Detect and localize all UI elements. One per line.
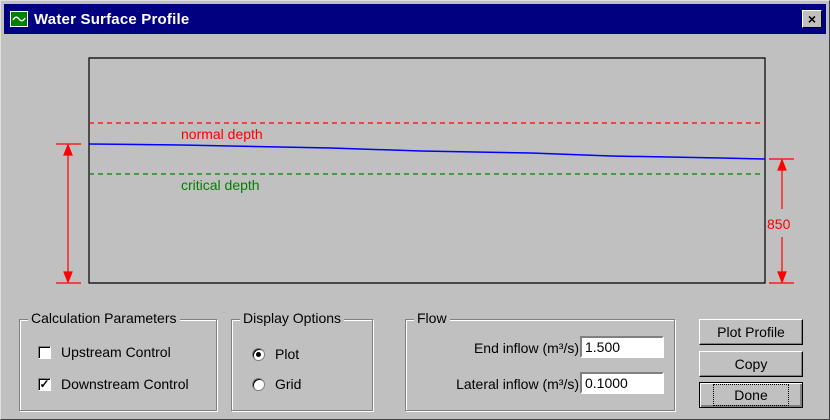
display-options-group: Display Options Plot Grid [231, 310, 373, 411]
plot-radio-label: Plot [275, 346, 300, 362]
dimension-label: 850 [767, 216, 791, 232]
title-bar[interactable]: Water Surface Profile × [4, 4, 826, 34]
radio-empty-icon[interactable] [252, 377, 265, 391]
lateral-inflow-label: Lateral inflow (m³/s) [456, 376, 579, 392]
end-inflow-input[interactable]: 1.500 [580, 336, 664, 358]
grid-radio[interactable]: Grid [252, 376, 301, 392]
plot-radio[interactable]: Plot [252, 346, 299, 362]
checkbox-box[interactable] [38, 345, 51, 359]
plot-profile-label: Plot Profile [717, 324, 785, 340]
lateral-inflow-input[interactable]: 0.1000 [580, 372, 664, 394]
plot-profile-button[interactable]: Plot Profile [699, 319, 803, 345]
water-surface-line [88, 143, 766, 160]
display-options-title: Display Options [240, 310, 345, 326]
done-label: Done [713, 384, 789, 406]
grid-radio-label: Grid [275, 376, 302, 392]
copy-button[interactable]: Copy [699, 351, 803, 377]
downstream-control-checkbox[interactable]: ✓ Downstream Control [38, 376, 189, 392]
done-button[interactable]: Done [699, 382, 803, 408]
copy-label: Copy [734, 356, 768, 372]
critical-depth-label: critical depth [181, 177, 260, 193]
close-button[interactable]: × [802, 10, 822, 28]
normal-depth-label: normal depth [181, 126, 263, 142]
calculation-parameters-title: Calculation Parameters [28, 310, 180, 326]
profile-plot: normal depth critical depth 850 [56, 57, 794, 284]
window-title: Water Surface Profile [34, 10, 190, 28]
flow-group: Flow End inflow (m³/s) 1.500 Lateral inf… [405, 310, 675, 411]
upstream-control-checkbox[interactable]: Upstream Control [38, 344, 171, 360]
radio-selected-icon[interactable] [252, 347, 265, 361]
channel-outline [88, 57, 766, 284]
water-surface-profile-window: Water Surface Profile × normal depth cri… [0, 0, 830, 420]
upstream-control-label: Upstream Control [61, 344, 171, 360]
downstream-control-label: Downstream Control [61, 376, 189, 392]
calculation-parameters-group: Calculation Parameters Upstream Control … [19, 310, 217, 411]
check-mark-icon[interactable]: ✓ [38, 377, 51, 391]
end-inflow-label: End inflow (m³/s) [473, 340, 579, 356]
left-depth-dimension [56, 143, 81, 284]
chart-wave-icon [10, 11, 28, 27]
flow-title: Flow [414, 310, 450, 326]
close-icon: × [807, 11, 817, 27]
